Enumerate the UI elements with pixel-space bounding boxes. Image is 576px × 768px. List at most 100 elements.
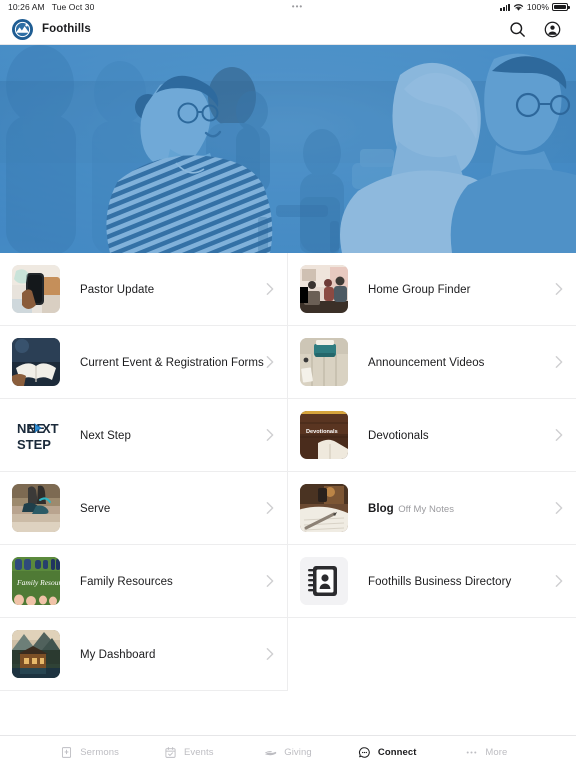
status-bar-left: 10:26 AM Tue Oct 30 <box>8 2 94 12</box>
nav-actions <box>508 20 562 39</box>
address-book-icon <box>300 557 348 605</box>
tab-label: Giving <box>284 746 312 758</box>
menu-item-text: My Dashboard <box>60 645 265 663</box>
ellipsis-icon <box>467 750 477 754</box>
menu-grid: Pastor Update Home Group Finder Current … <box>0 253 576 691</box>
giving-hand-icon <box>265 750 277 755</box>
tab-connect[interactable]: Connect <box>338 746 437 759</box>
menu-item-title: Next Step <box>80 430 131 442</box>
family-resources-thumb-label: Family Resources <box>16 578 60 587</box>
chevron-right-icon <box>266 356 274 368</box>
chevron-right-icon <box>266 648 274 660</box>
devotionals-thumb-label: Devotionals <box>306 429 338 435</box>
foothills-logo-icon <box>12 18 33 40</box>
menu-item-title: Pastor Update <box>80 284 155 296</box>
notebook-pen-photo <box>300 484 348 532</box>
menu-item-text: Serve <box>60 499 265 517</box>
tab-label: Connect <box>377 746 417 758</box>
svg-text:STEP: STEP <box>17 437 51 452</box>
menu-item-title: Serve <box>80 503 111 515</box>
open-bible-photo <box>12 338 60 386</box>
menu-item-title: Announcement Videos <box>368 357 485 369</box>
tab-label: Events <box>183 746 214 758</box>
menu-item-text: Pastor Update <box>60 280 265 298</box>
menu-item-title: Blog <box>368 503 394 515</box>
bottom-tab-bar: Sermons Events Giving Connect More <box>0 735 576 768</box>
status-time: 10:26 AM <box>8 2 45 12</box>
menu-item-title: Foothills Business Directory <box>368 576 512 588</box>
menu-grid-empty-cell <box>288 618 576 691</box>
hero-banner <box>0 45 576 253</box>
family-resources-shoes-photo: Family Resources <box>12 557 60 605</box>
tab-label: More <box>485 746 508 758</box>
menu-item-text: Blog Off My Notes <box>348 499 554 517</box>
menu-item-text: Home Group Finder <box>348 280 554 298</box>
menu-item-next-step[interactable]: NE NE NE XT STEP Next Step <box>0 399 288 472</box>
hero-blue-tint <box>0 45 576 253</box>
menu-item-serve[interactable]: Serve <box>0 472 288 545</box>
wifi-icon <box>513 3 523 11</box>
calendar-icon <box>165 746 176 758</box>
tab-sermons[interactable]: Sermons <box>40 746 139 759</box>
menu-item-text: Devotionals <box>348 426 554 444</box>
status-center-dots: ••• <box>291 2 304 11</box>
tab-giving[interactable]: Giving <box>238 746 337 759</box>
svg-text:NE: NE <box>17 421 35 436</box>
app-title: Foothills <box>42 23 91 35</box>
chevron-right-icon <box>266 429 274 441</box>
menu-item-text: Announcement Videos <box>348 353 554 371</box>
menu-item-title: Current Event & Registration Forms <box>80 357 264 369</box>
menu-item-home-group-finder[interactable]: Home Group Finder <box>288 253 576 326</box>
menu-item-text: Foothills Business Directory <box>348 572 554 590</box>
tab-more[interactable]: More <box>437 746 536 759</box>
tab-events[interactable]: Events <box>139 746 238 759</box>
menu-item-family-resources[interactable]: Family Resources Family Resources <box>0 545 288 618</box>
tab-label: Sermons <box>80 746 119 758</box>
menu-item-text: Next Step <box>60 426 265 444</box>
next-step-logo: NE NE NE XT STEP <box>12 411 60 459</box>
status-bar-right: 100% <box>500 2 570 12</box>
living-room-group-photo <box>300 265 348 313</box>
app-header: Foothills <box>0 14 576 45</box>
chevron-right-icon <box>266 575 274 587</box>
chevron-right-icon <box>555 575 563 587</box>
chevron-right-icon <box>555 429 563 441</box>
hiking-shoes-photo <box>12 484 60 532</box>
mountain-cabin-photo <box>12 630 60 678</box>
menu-item-title: Home Group Finder <box>368 284 471 296</box>
battery-full-icon <box>552 3 570 11</box>
status-bar: 10:26 AM Tue Oct 30 ••• 100% <box>0 0 576 14</box>
menu-item-pastor-update[interactable]: Pastor Update <box>0 253 288 326</box>
menu-item-foothills-business-directory[interactable]: Foothills Business Directory <box>288 545 576 618</box>
menu-grid-wrapper: Pastor Update Home Group Finder Current … <box>0 253 576 735</box>
bible-icon <box>62 746 72 758</box>
account-circle-icon[interactable] <box>543 20 562 39</box>
chevron-right-icon <box>266 502 274 514</box>
chevron-right-icon <box>555 283 563 295</box>
menu-item-text: Family Resources <box>60 572 265 590</box>
chevron-right-icon <box>555 502 563 514</box>
search-icon[interactable] <box>508 20 527 39</box>
menu-item-title: My Dashboard <box>80 649 156 661</box>
chat-bubble-icon <box>358 746 370 758</box>
svg-text:XT: XT <box>42 421 59 436</box>
battery-percent-label: 100% <box>526 2 549 12</box>
menu-item-text: Current Event & Registration Forms <box>60 353 265 371</box>
cellular-signal-icon <box>500 3 510 11</box>
menu-item-current-event-registration-forms[interactable]: Current Event & Registration Forms <box>0 326 288 399</box>
status-bar-center: ••• <box>94 3 500 11</box>
menu-item-my-dashboard[interactable]: My Dashboard <box>0 618 288 691</box>
app-root: 10:26 AM Tue Oct 30 ••• 100% Foothills P… <box>0 0 576 768</box>
brand: Foothills <box>12 18 91 40</box>
status-date: Tue Oct 30 <box>51 2 95 12</box>
menu-item-title: Family Resources <box>80 576 173 588</box>
phone-in-hand-photo <box>12 265 60 313</box>
menu-item-announcement-videos[interactable]: Announcement Videos <box>288 326 576 399</box>
menu-item-devotionals[interactable]: Devotionals Devotionals <box>288 399 576 472</box>
devotionals-book-photo: Devotionals <box>300 411 348 459</box>
menu-item-title: Devotionals <box>368 430 429 442</box>
chevron-right-icon <box>266 283 274 295</box>
menu-item-blog[interactable]: Blog Off My Notes <box>288 472 576 545</box>
menu-item-subtitle: Off My Notes <box>398 504 455 515</box>
typewriter-photo <box>300 338 348 386</box>
